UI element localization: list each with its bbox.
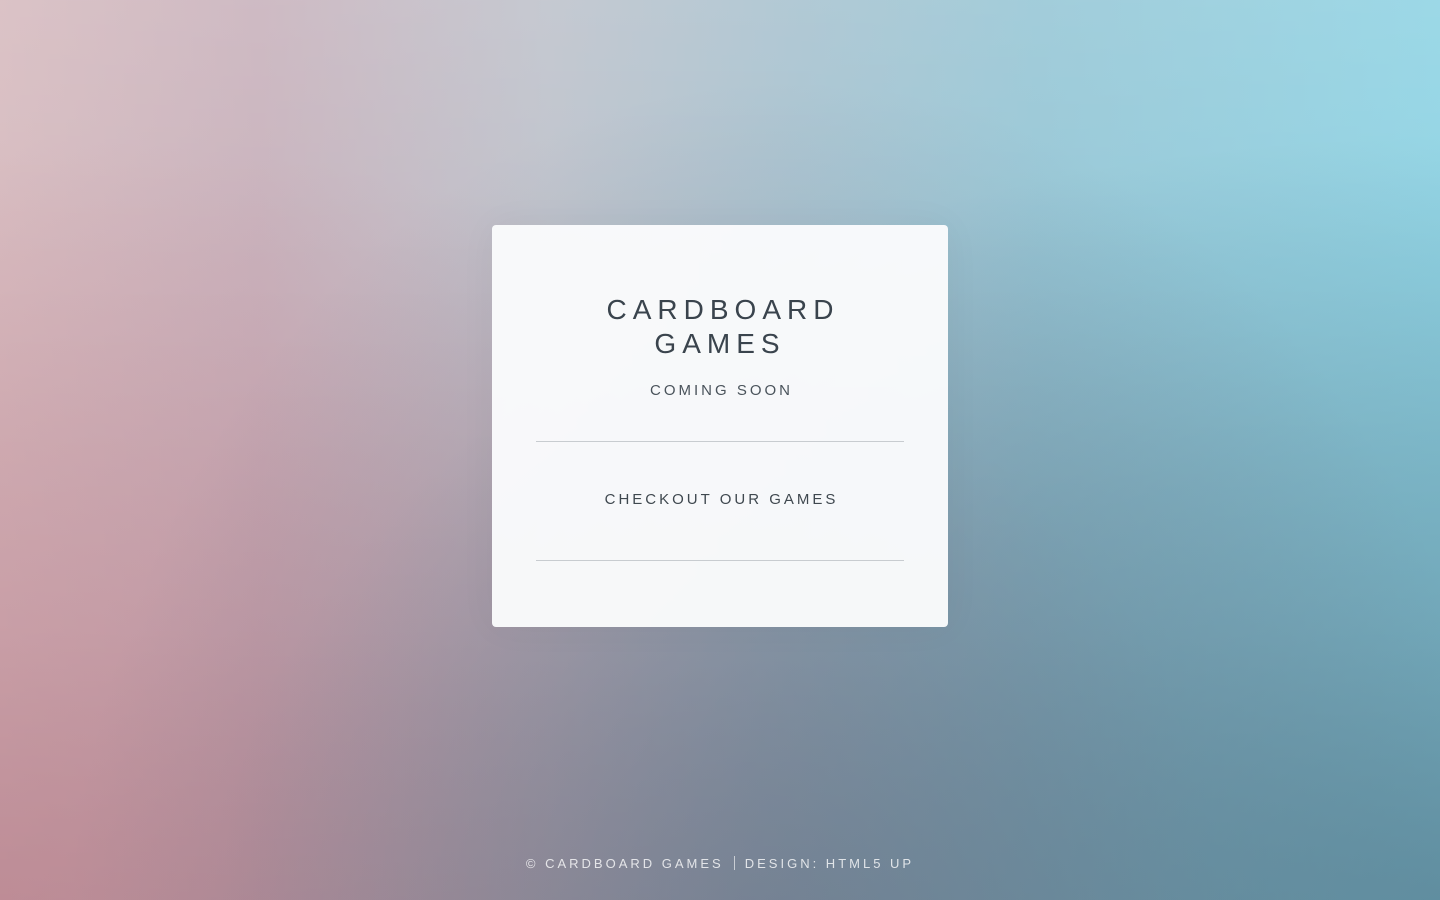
- footer: © CARDBOARD GAMES DESIGN: HTML5 UP: [0, 855, 1440, 873]
- divider-top: [536, 441, 904, 442]
- main-card: CARDBOARD GAMES COMING SOON CHECKOUT OUR…: [492, 225, 948, 627]
- footer-design-credit-link[interactable]: DESIGN: HTML5 UP: [745, 856, 914, 871]
- checkout-games-link[interactable]: CHECKOUT OUR GAMES: [536, 490, 904, 510]
- page-subtitle: COMING SOON: [649, 382, 793, 399]
- footer-separator: [733, 856, 735, 870]
- page: { "header": { "title": "CARDBOARD GAMES"…: [0, 0, 1440, 900]
- page-title: CARDBOARD GAMES: [606, 294, 840, 359]
- divider-bottom: [536, 560, 904, 561]
- footer-copyright: © CARDBOARD GAMES: [525, 856, 724, 871]
